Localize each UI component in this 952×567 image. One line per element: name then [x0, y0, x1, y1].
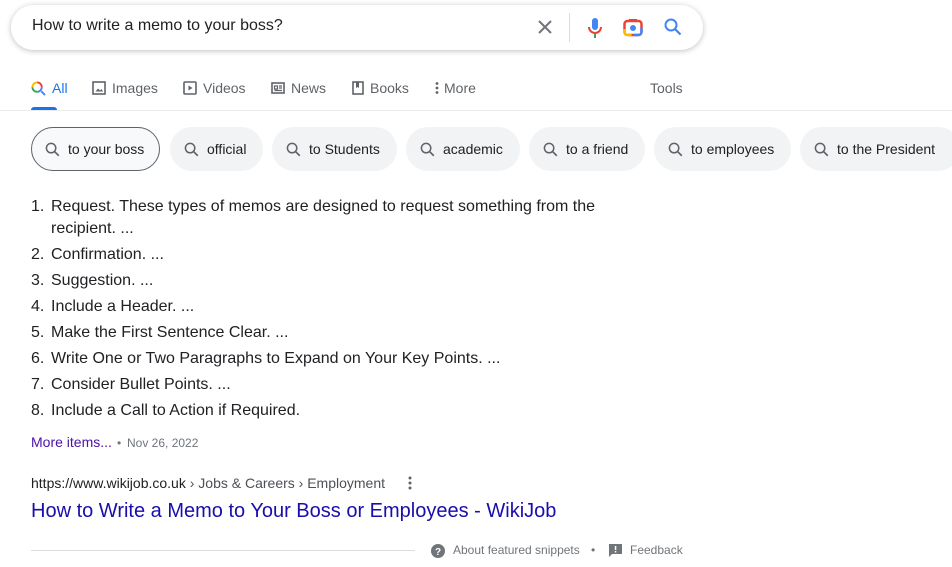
feedback-icon — [608, 543, 622, 557]
search-icon — [184, 142, 199, 156]
search-box[interactable] — [11, 5, 703, 50]
tab-more[interactable]: More — [434, 79, 476, 97]
footer-separator: • — [591, 543, 596, 557]
list-item: 4. Include a Header. ... — [31, 296, 621, 318]
tab-videos[interactable]: Videos — [183, 79, 246, 97]
chip-label: to Students — [309, 141, 380, 157]
tab-images[interactable]: Images — [92, 79, 158, 97]
list-item: 6. Write One or Two Paragraphs to Expand … — [31, 348, 621, 370]
tab-label: Images — [112, 80, 158, 96]
image-icon — [92, 81, 106, 95]
item-text: Request. These types of memos are design… — [51, 198, 595, 237]
item-text: Consider Bullet Points. ... — [51, 376, 231, 393]
chip-label: to a friend — [566, 141, 629, 157]
item-number: 6. — [31, 350, 45, 367]
related-search-chip[interactable]: to employees — [654, 127, 791, 171]
tab-label: Videos — [203, 80, 246, 96]
search-icon — [286, 142, 301, 156]
item-number: 7. — [31, 376, 45, 393]
chip-label: academic — [443, 141, 503, 157]
list-item: 1. Request. These types of memos are desi… — [31, 196, 621, 240]
chip-label: to your boss — [68, 141, 145, 157]
featured-snippet-list: 1. Request. These types of memos are desi… — [31, 196, 621, 426]
item-number: 1. — [31, 198, 45, 215]
news-icon — [271, 82, 285, 94]
item-number: 8. — [31, 402, 45, 419]
search-input[interactable] — [32, 17, 512, 35]
tab-news[interactable]: News — [271, 79, 326, 97]
item-number: 2. — [31, 246, 45, 263]
chip-label: to the President — [837, 141, 936, 157]
separator-dot: • — [117, 436, 122, 450]
item-text: Include a Call to Action if Required. — [51, 402, 301, 419]
chip-label: to employees — [691, 141, 775, 157]
about-featured-snippets-link[interactable]: About featured snippets — [453, 543, 580, 557]
list-item: 2. Confirmation. ... — [31, 244, 621, 266]
related-search-chip[interactable]: academic — [406, 127, 520, 171]
tab-label: Books — [370, 80, 409, 96]
tab-label: More — [444, 80, 476, 96]
book-icon — [352, 81, 364, 95]
result-title-link[interactable]: How to Write a Memo to Your Boss or Empl… — [31, 500, 556, 523]
search-icon — [31, 80, 46, 96]
list-item: 5. Make the First Sentence Clear. ... — [31, 322, 621, 344]
tab-label: All — [52, 80, 68, 96]
list-item: 7. Consider Bullet Points. ... — [31, 374, 621, 396]
related-search-chip[interactable]: to a friend — [529, 127, 645, 171]
tab-books[interactable]: Books — [352, 79, 409, 97]
feedback-link[interactable]: Feedback — [630, 543, 683, 557]
related-search-chip[interactable]: to Students — [272, 127, 397, 171]
search-divider — [569, 13, 570, 42]
tab-label: News — [291, 80, 327, 96]
search-icon — [420, 142, 435, 156]
result-url[interactable]: https://www.wikijob.co.uk › Jobs & Caree… — [31, 475, 385, 491]
tab-all[interactable]: All — [31, 79, 68, 97]
list-item: 3. Suggestion. ... — [31, 270, 621, 292]
search-icon — [543, 142, 558, 156]
search-icon — [45, 142, 60, 156]
camera-lens-icon[interactable] — [622, 16, 644, 38]
search-icon[interactable] — [662, 16, 684, 38]
url-breadcrumb: › Jobs & Careers › Employment — [185, 475, 386, 491]
list-item: 8. Include a Call to Action if Required. — [31, 400, 621, 422]
related-search-chip[interactable]: official — [170, 127, 263, 171]
clear-icon[interactable] — [535, 17, 555, 37]
related-search-chip[interactable]: to your boss — [31, 127, 160, 171]
svg-text:?: ? — [434, 547, 440, 558]
tools-button[interactable]: Tools — [650, 79, 683, 97]
chip-label: official — [207, 141, 247, 157]
play-icon — [183, 81, 197, 95]
item-number: 4. — [31, 298, 45, 315]
more-items-link[interactable]: More items... — [31, 434, 112, 450]
item-number: 5. — [31, 324, 45, 341]
item-text: Confirmation. ... — [51, 246, 164, 263]
more-options-icon[interactable] — [402, 475, 418, 491]
item-text: Make the First Sentence Clear. ... — [51, 324, 289, 341]
microphone-icon[interactable] — [584, 16, 606, 40]
search-icon — [668, 142, 683, 156]
help-icon: ? — [430, 543, 445, 558]
more-vert-icon — [435, 82, 439, 94]
item-text: Write One or Two Paragraphs to Expand on… — [51, 350, 501, 367]
url-domain: https://www.wikijob.co.uk — [31, 475, 186, 491]
tools-label: Tools — [650, 80, 683, 96]
tabs-divider — [0, 110, 952, 111]
item-number: 3. — [31, 272, 45, 289]
footer-divider — [31, 550, 415, 551]
snippet-date: Nov 26, 2022 — [127, 436, 199, 450]
item-text: Suggestion. ... — [51, 272, 154, 289]
item-text: Include a Header. ... — [51, 298, 195, 315]
search-icon — [814, 142, 829, 156]
related-search-chip[interactable]: to the President — [800, 127, 952, 171]
